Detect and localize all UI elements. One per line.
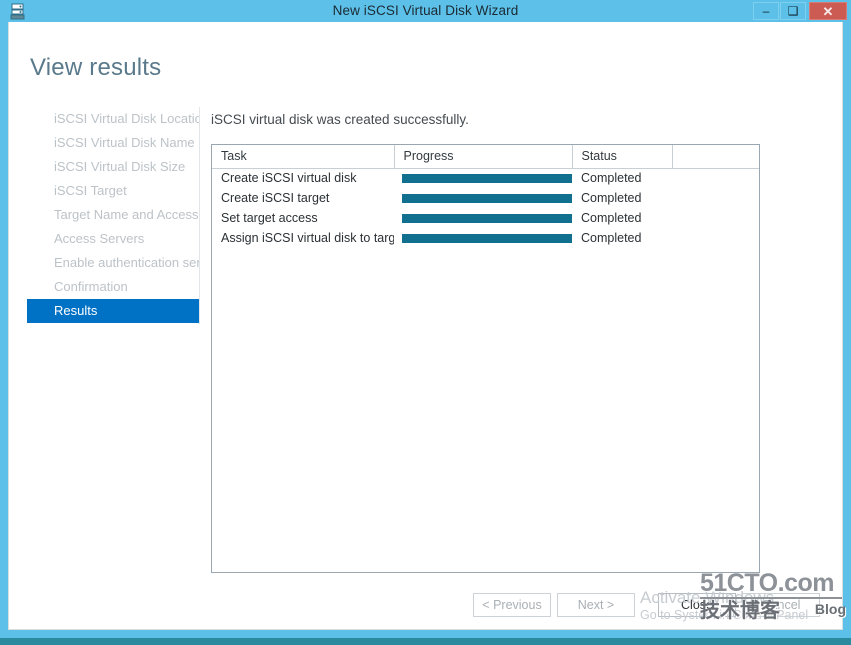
- close-window-button[interactable]: ✕: [809, 2, 847, 20]
- progress-bar: [402, 173, 572, 183]
- progress-bar-fill: [402, 213, 572, 223]
- next-button[interactable]: Next >: [557, 593, 635, 617]
- cancel-button[interactable]: Cancel: [742, 593, 820, 617]
- table-row[interactable]: Create iSCSI target Completed: [212, 188, 759, 208]
- close-button[interactable]: Close: [658, 593, 736, 617]
- cell-progress: [394, 188, 572, 208]
- column-header-task[interactable]: Task: [212, 145, 395, 169]
- cell-task: Set target access: [221, 211, 318, 225]
- sidebar-item-target-name-and-access[interactable]: Target Name and Access: [27, 203, 199, 227]
- cell-extra: [672, 188, 759, 208]
- table-row[interactable]: Set target access Completed: [212, 208, 759, 228]
- cell-progress: [394, 168, 572, 188]
- page-title: View results: [30, 54, 162, 81]
- minimize-button[interactable]: –: [753, 2, 779, 20]
- table-row[interactable]: Create iSCSI virtual disk Completed: [212, 168, 759, 188]
- task-table: Task Progress Status Create iSCSI virtua…: [212, 145, 759, 248]
- wizard-step-nav: iSCSI Virtual Disk Location iSCSI Virtual…: [27, 107, 200, 324]
- progress-bar: [402, 233, 572, 243]
- title-bar[interactable]: New iSCSI Virtual Disk Wizard – ❑ ✕: [0, 0, 851, 22]
- result-message: iSCSI virtual disk was created successfu…: [211, 112, 469, 127]
- table-header-row: Task Progress Status: [212, 145, 759, 169]
- progress-bar: [402, 213, 572, 223]
- sidebar-item-results[interactable]: Results: [27, 299, 199, 323]
- sidebar-item-access-servers[interactable]: Access Servers: [27, 227, 199, 251]
- table-row[interactable]: Assign iSCSI virtual disk to target Compl…: [212, 228, 759, 248]
- results-panel: Task Progress Status Create iSCSI virtua…: [211, 144, 760, 573]
- column-header-progress[interactable]: Progress: [394, 145, 573, 169]
- cell-status: Completed: [581, 191, 642, 205]
- sidebar-item-confirmation[interactable]: Confirmation: [27, 275, 199, 299]
- sidebar-item-iscsi-virtual-disk-name[interactable]: iSCSI Virtual Disk Name: [27, 131, 199, 155]
- desktop-strip: [0, 638, 851, 645]
- cell-extra: [672, 168, 759, 188]
- cell-status: Completed: [581, 171, 642, 186]
- sidebar-item-iscsi-target[interactable]: iSCSI Target: [27, 179, 199, 203]
- cell-task: Create iSCSI target: [221, 191, 330, 205]
- sidebar-item-enable-authentication-ser[interactable]: Enable authentication ser...: [27, 251, 199, 275]
- cell-progress: [394, 208, 572, 228]
- cell-task: Assign iSCSI virtual disk to target: [221, 231, 394, 245]
- wizard-client-area: View results iSCSI Virtual Disk Location…: [8, 22, 843, 630]
- cell-task: Create iSCSI virtual disk: [221, 171, 357, 186]
- window-frame: New iSCSI Virtual Disk Wizard – ❑ ✕ View…: [0, 0, 851, 645]
- wizard-footer: < Previous Next > Close Cancel: [9, 583, 842, 629]
- progress-bar: [402, 193, 572, 203]
- progress-bar-fill: [402, 233, 572, 243]
- cell-progress: [394, 228, 572, 248]
- window-title: New iSCSI Virtual Disk Wizard: [332, 3, 519, 18]
- sidebar-item-iscsi-virtual-disk-location[interactable]: iSCSI Virtual Disk Location: [27, 107, 199, 131]
- progress-bar-fill: [402, 193, 572, 203]
- cell-status: Completed: [581, 211, 642, 225]
- progress-bar-fill: [402, 173, 572, 183]
- cell-extra: [672, 228, 759, 248]
- column-header-status[interactable]: Status: [572, 145, 673, 169]
- cell-status: Completed: [581, 231, 642, 245]
- sidebar-item-iscsi-virtual-disk-size[interactable]: iSCSI Virtual Disk Size: [27, 155, 199, 179]
- previous-button[interactable]: < Previous: [473, 593, 551, 617]
- cell-extra: [672, 208, 759, 228]
- maximize-button[interactable]: ❑: [780, 2, 806, 20]
- task-table-body: Create iSCSI virtual disk Completed Create…: [212, 168, 759, 248]
- column-header-extra[interactable]: [672, 145, 759, 169]
